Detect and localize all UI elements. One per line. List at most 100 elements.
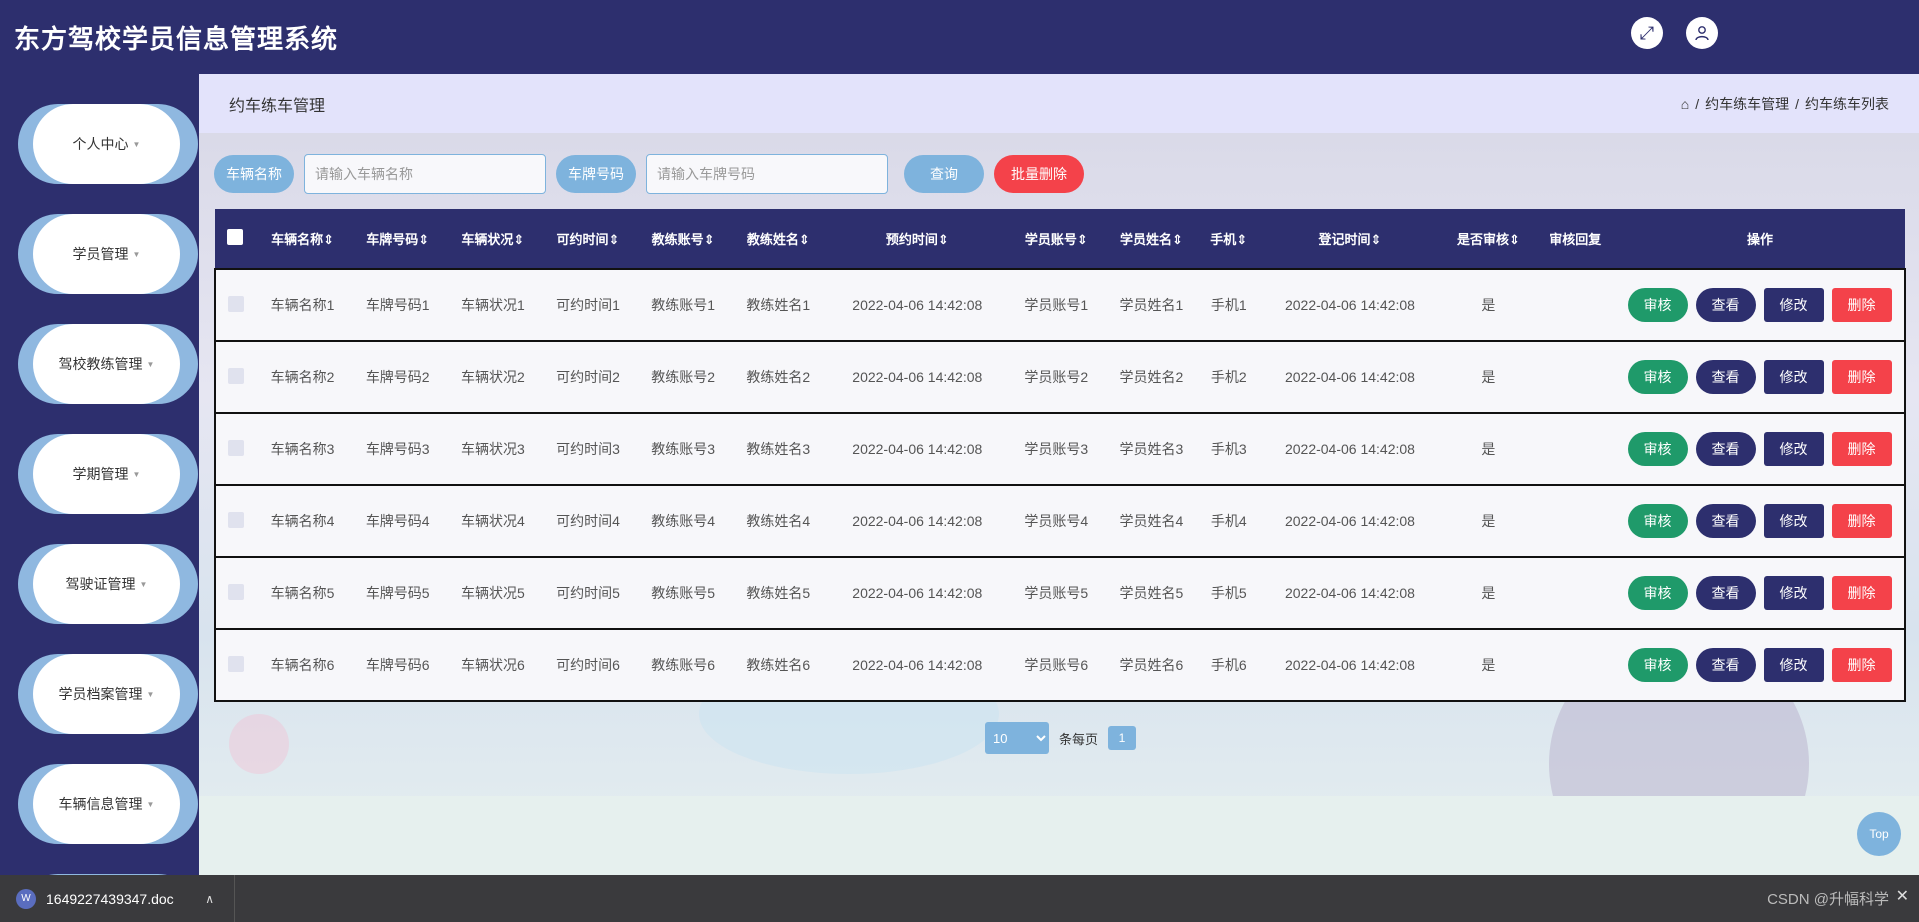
cell-is-audited: 是 (1481, 585, 1496, 601)
plate-number-input[interactable] (646, 154, 888, 194)
delete-button[interactable]: 删除 (1831, 288, 1892, 322)
bottom-band (199, 796, 1919, 875)
row-select-cell[interactable] (215, 557, 255, 629)
delete-button[interactable]: 删除 (1831, 648, 1892, 682)
row-select-cell[interactable] (215, 413, 255, 485)
page-size-select[interactable]: 10 (985, 722, 1049, 754)
header-coach-name[interactable]: 教练姓名⇕ (731, 209, 826, 269)
view-button[interactable]: 查看 (1695, 360, 1756, 394)
header-vehicle-name[interactable]: 车辆名称⇕ (255, 209, 350, 269)
sidebar-item-label: 车辆信息管理 (58, 796, 143, 812)
cell-coach-name: 教练姓名4 (746, 513, 811, 529)
query-button[interactable]: 查询 (904, 155, 984, 193)
row-select-cell[interactable] (215, 485, 255, 557)
page-number[interactable]: 1 (1108, 726, 1137, 750)
cell-vehicle-status: 车辆状况1 (460, 297, 525, 313)
header-plate-number[interactable]: 车牌号码⇕ (350, 209, 445, 269)
vehicle-name-input[interactable] (304, 154, 546, 194)
user-icon[interactable] (1686, 17, 1718, 49)
sidebar-item-coach-management[interactable]: 驾校教练管理 ▼ (18, 324, 198, 404)
cell-student-account: 学员账号5 (1024, 585, 1089, 601)
expand-icon[interactable]: ⤢ (1631, 17, 1663, 49)
audit-button[interactable]: 审核 (1627, 432, 1688, 466)
view-button[interactable]: 查看 (1695, 504, 1756, 538)
sort-icon: ⇕ (608, 232, 620, 247)
delete-button[interactable]: 删除 (1831, 576, 1892, 610)
row-select-cell[interactable] (215, 629, 255, 701)
header-label: 学员账号 (1024, 232, 1077, 247)
cell-phone: 手机5 (1210, 585, 1247, 601)
back-to-top-button[interactable]: Top (1857, 812, 1901, 856)
header-select-all[interactable] (215, 209, 255, 269)
download-item[interactable]: W 1649227439347.doc ∧ (0, 875, 235, 922)
sidebar-item-student-management[interactable]: 学员管理 ▼ (18, 214, 198, 294)
edit-button[interactable]: 修改 (1763, 360, 1824, 394)
row-select-cell[interactable] (215, 341, 255, 413)
header-is-audited[interactable]: 是否审核⇕ (1441, 209, 1535, 269)
cell-vehicle-name: 车辆名称1 (270, 297, 335, 313)
reservation-table: 车辆名称⇕ 车牌号码⇕ 车辆状况⇕ 可约时间⇕ 教练账号⇕ 教练姓名⇕ 预约时间… (214, 209, 1906, 702)
cell-coach-account: 教练账号4 (651, 513, 716, 529)
cell-audit-reply (1535, 413, 1615, 485)
cell-vehicle-status: 车辆状况4 (460, 513, 525, 529)
view-button[interactable]: 查看 (1695, 288, 1756, 322)
cell-vehicle-status: 车辆状况5 (460, 585, 525, 601)
cell-student-account: 学员账号4 (1024, 513, 1089, 529)
header-reservation-time[interactable]: 预约时间⇕ (826, 209, 1009, 269)
header-phone[interactable]: 手机⇕ (1199, 209, 1259, 269)
watermark: CSDN @升幅科学 (1767, 891, 1889, 908)
cell-vehicle-name: 车辆名称6 (270, 657, 335, 673)
audit-button[interactable]: 审核 (1627, 576, 1688, 610)
cell-coach-name: 教练姓名2 (746, 369, 811, 385)
cell-vehicle-name: 车辆名称5 (270, 585, 335, 601)
row-operations: 审核 查看 修改 删除 (1615, 413, 1905, 485)
view-button[interactable]: 查看 (1695, 648, 1756, 682)
sidebar-item-archive-management[interactable]: 学员档案管理 ▼ (18, 654, 198, 734)
app-title: 东方驾校学员信息管理系统 (14, 23, 339, 54)
edit-button[interactable]: 修改 (1763, 504, 1824, 538)
edit-button[interactable]: 修改 (1763, 432, 1824, 466)
audit-button[interactable]: 审核 (1627, 504, 1688, 538)
sidebar-item-vehicle-management[interactable]: 车辆信息管理 ▼ (18, 764, 198, 844)
row-checkbox[interactable] (227, 655, 244, 672)
row-select-cell[interactable] (215, 269, 255, 341)
cell-vehicle-name: 车辆名称4 (270, 513, 335, 529)
cell-audit-reply (1535, 269, 1615, 341)
select-all-checkbox[interactable] (227, 229, 243, 245)
row-operations: 审核 查看 修改 删除 (1615, 557, 1905, 629)
edit-button[interactable]: 修改 (1763, 288, 1824, 322)
delete-button[interactable]: 删除 (1831, 360, 1892, 394)
breadcrumb-item[interactable]: 约车练车管理 (1705, 94, 1789, 114)
row-checkbox[interactable] (227, 439, 244, 456)
sidebar-item-term-management[interactable]: 学期管理 ▼ (18, 434, 198, 514)
batch-delete-button[interactable]: 批量删除 (994, 155, 1084, 193)
row-checkbox[interactable] (227, 583, 244, 600)
header-register-time[interactable]: 登记时间⇕ (1259, 209, 1442, 269)
delete-button[interactable]: 删除 (1831, 432, 1892, 466)
header-student-name[interactable]: 学员姓名⇕ (1104, 209, 1199, 269)
edit-button[interactable]: 修改 (1763, 576, 1824, 610)
row-checkbox[interactable] (227, 367, 244, 384)
sidebar-item-inner: 驾驶证管理 ▼ (33, 544, 180, 624)
header-vehicle-status[interactable]: 车辆状况⇕ (445, 209, 540, 269)
sidebar-item-license-management[interactable]: 驾驶证管理 ▼ (18, 544, 198, 624)
sidebar-item-label: 驾驶证管理 (65, 576, 136, 592)
view-button[interactable]: 查看 (1695, 576, 1756, 610)
edit-button[interactable]: 修改 (1763, 648, 1824, 682)
chevron-up-icon[interactable]: ∧ (205, 892, 214, 906)
audit-button[interactable]: 审核 (1627, 360, 1688, 394)
sidebar-item-personal-center[interactable]: 个人中心 ▼ (18, 104, 198, 184)
row-checkbox[interactable] (227, 295, 244, 312)
header-coach-account[interactable]: 教练账号⇕ (636, 209, 731, 269)
delete-button[interactable]: 删除 (1831, 504, 1892, 538)
header-label: 可约时间 (556, 232, 609, 247)
header-available-time[interactable]: 可约时间⇕ (540, 209, 635, 269)
home-icon[interactable]: ⌂ (1681, 96, 1689, 112)
row-checkbox[interactable] (227, 511, 244, 528)
audit-button[interactable]: 审核 (1627, 648, 1688, 682)
audit-button[interactable]: 审核 (1627, 288, 1688, 322)
cell-coach-account: 教练账号3 (651, 441, 716, 457)
close-icon[interactable]: ✕ (1896, 886, 1909, 906)
view-button[interactable]: 查看 (1695, 432, 1756, 466)
header-student-account[interactable]: 学员账号⇕ (1009, 209, 1104, 269)
